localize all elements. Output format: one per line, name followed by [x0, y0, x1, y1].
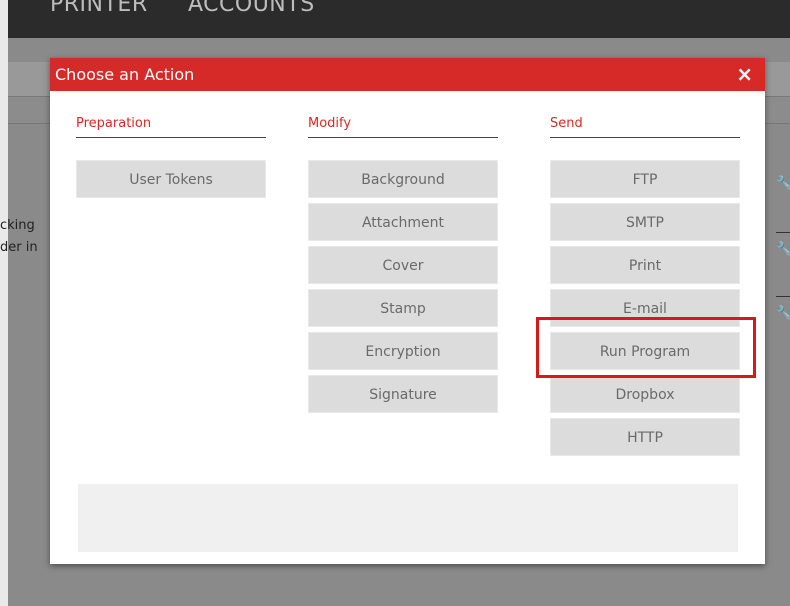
column-modify: Modify Background Attachment Cover Stamp…: [308, 116, 498, 413]
choose-action-dialog: Choose an Action × Preparation User Toke…: [50, 58, 765, 564]
top-navigation: PRINTER ACCOUNTS: [8, 0, 790, 38]
dialog-header: Choose an Action ×: [50, 58, 765, 91]
close-icon[interactable]: ×: [736, 62, 753, 86]
cover-button[interactable]: Cover: [308, 246, 498, 284]
print-button[interactable]: Print: [550, 246, 740, 284]
dropbox-button[interactable]: Dropbox: [550, 375, 740, 413]
encryption-button[interactable]: Encryption: [308, 332, 498, 370]
wrench-icon[interactable]: 🔧: [776, 242, 790, 257]
column-send: Send FTP SMTP Print E-mail Run Program D…: [550, 116, 740, 456]
user-tokens-button[interactable]: User Tokens: [76, 160, 266, 198]
nav-accounts[interactable]: ACCOUNTS: [188, 0, 315, 17]
background-text: cking: [0, 218, 35, 233]
column-title: Send: [550, 116, 740, 138]
column-title: Preparation: [76, 116, 266, 138]
smtp-button[interactable]: SMTP: [550, 203, 740, 241]
highlight-box: [536, 317, 756, 378]
background-divider: [776, 232, 790, 233]
stamp-button[interactable]: Stamp: [308, 289, 498, 327]
wrench-icon[interactable]: 🔧: [776, 306, 790, 321]
attachment-button[interactable]: Attachment: [308, 203, 498, 241]
column-preparation: Preparation User Tokens: [76, 116, 266, 198]
background-button[interactable]: Background: [308, 160, 498, 198]
background-divider: [776, 296, 790, 297]
signature-button[interactable]: Signature: [308, 375, 498, 413]
wrench-icon[interactable]: 🔧: [776, 176, 790, 191]
background-text: der in: [0, 240, 38, 255]
dialog-title: Choose an Action: [55, 65, 195, 84]
http-button[interactable]: HTTP: [550, 418, 740, 456]
nav-printer[interactable]: PRINTER: [50, 0, 148, 17]
ftp-button[interactable]: FTP: [550, 160, 740, 198]
description-panel: [78, 484, 738, 552]
column-title: Modify: [308, 116, 498, 138]
